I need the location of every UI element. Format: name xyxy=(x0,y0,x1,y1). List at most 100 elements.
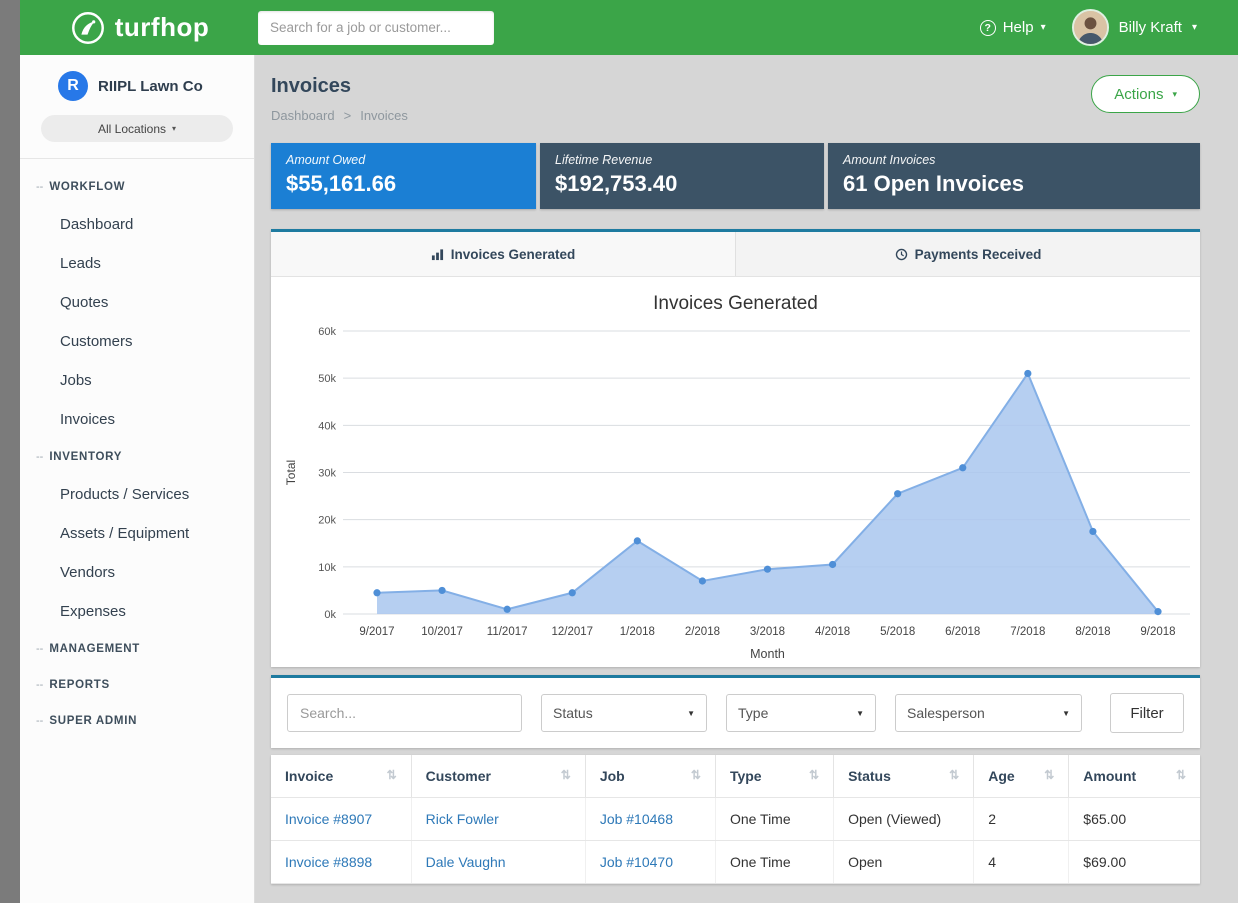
invoices-table-card: Invoice⇅Customer⇅Job⇅Type⇅Status⇅Age⇅Amo… xyxy=(271,755,1200,884)
sidebar-item-vendors[interactable]: Vendors xyxy=(20,553,254,592)
svg-text:1/2018: 1/2018 xyxy=(620,626,655,638)
stat-card-lifetime-revenue: Lifetime Revenue$192,753.40 xyxy=(540,143,824,209)
column-header-type[interactable]: Type⇅ xyxy=(715,755,833,798)
sidebar-item-customers[interactable]: Customers xyxy=(20,322,254,361)
breadcrumb-dashboard[interactable]: Dashboard xyxy=(271,108,335,123)
sidebar-item-products-services[interactable]: Products / Services xyxy=(20,475,254,514)
job-link[interactable]: Job #10470 xyxy=(600,854,673,870)
svg-text:0k: 0k xyxy=(324,609,336,621)
sort-icon[interactable]: ⇅ xyxy=(387,768,397,782)
sort-icon[interactable]: ⇅ xyxy=(809,768,819,782)
job-link[interactable]: Job #10468 xyxy=(600,811,673,827)
svg-text:8/2018: 8/2018 xyxy=(1075,626,1110,638)
tab-label: Invoices Generated xyxy=(451,247,576,262)
sidebar-item-invoices[interactable]: Invoices xyxy=(20,400,254,439)
main-content: Invoices Dashboard > Invoices Actions ▾ Am… xyxy=(255,55,1238,903)
sidebar-item-dashboard[interactable]: Dashboard xyxy=(20,205,254,244)
svg-text:50k: 50k xyxy=(318,373,336,385)
sort-icon[interactable]: ⇅ xyxy=(949,768,959,782)
breadcrumb: Dashboard > Invoices xyxy=(271,108,408,123)
select-value: Salesperson xyxy=(907,705,985,721)
table-search-input[interactable] xyxy=(287,694,522,732)
svg-text:40k: 40k xyxy=(318,420,336,432)
customer-link[interactable]: Rick Fowler xyxy=(426,811,499,827)
breadcrumb-invoices: Invoices xyxy=(360,108,408,123)
company[interactable]: R RIIPL Lawn Co xyxy=(20,71,254,101)
chevron-down-icon: ▾ xyxy=(1192,23,1197,33)
chart-title: Invoices Generated xyxy=(271,293,1200,315)
customer-cell: Dale Vaughn xyxy=(411,841,585,884)
tree-dash-icon: -- xyxy=(36,451,43,463)
sidebar-item-expenses[interactable]: Expenses xyxy=(20,592,254,631)
tree-dash-icon: -- xyxy=(36,643,43,655)
column-header-amount[interactable]: Amount ⇅ xyxy=(1069,755,1200,798)
svg-text:10k: 10k xyxy=(318,562,336,574)
company-logo-icon: R xyxy=(58,71,88,101)
filter-button[interactable]: Filter xyxy=(1110,693,1184,733)
column-header-customer[interactable]: Customer ⇅ xyxy=(411,755,585,798)
type-cell: One Time xyxy=(715,798,833,841)
sidebar-item-leads[interactable]: Leads xyxy=(20,244,254,283)
invoice-cell: Invoice #8907 xyxy=(271,798,411,841)
page: turfhop ? Help ▾ Billy Kraft ▾ xyxy=(0,0,1238,903)
locations-label: All Locations xyxy=(98,122,166,136)
sidebar-item-jobs[interactable]: Jobs xyxy=(20,361,254,400)
help-menu[interactable]: ? Help ▾ xyxy=(980,19,1046,36)
age-cell: 2 xyxy=(974,798,1069,841)
select-salesperson[interactable]: Salesperson▼ xyxy=(895,694,1082,732)
stat-card-amount-invoices: Amount Invoices61 Open Invoices xyxy=(828,143,1200,209)
clock-icon xyxy=(895,248,908,261)
svg-text:60k: 60k xyxy=(318,326,336,338)
svg-text:12/2017: 12/2017 xyxy=(551,626,593,638)
global-search-input[interactable] xyxy=(258,11,494,45)
svg-text:4/2018: 4/2018 xyxy=(815,626,850,638)
sidebar-section-super-admin[interactable]: --SUPER ADMIN xyxy=(20,703,254,739)
sort-icon[interactable]: ⇅ xyxy=(1176,768,1186,782)
page-header: Invoices Dashboard > Invoices Actions ▾ xyxy=(271,75,1200,123)
sidebar-section-management[interactable]: --MANAGEMENT xyxy=(20,631,254,667)
tab-invoices-generated[interactable]: Invoices Generated xyxy=(271,232,735,276)
invoice-link[interactable]: Invoice #8898 xyxy=(285,854,372,870)
sidebar: R RIIPL Lawn Co All Locations ▾ -- WORKFL… xyxy=(20,55,255,903)
sidebar-item-assets-equipment[interactable]: Assets / Equipment xyxy=(20,514,254,553)
user-name: Billy Kraft xyxy=(1119,19,1182,36)
stat-card-amount-owed: Amount Owed$55,161.66 xyxy=(271,143,536,209)
sidebar-section-label: WORKFLOW xyxy=(49,181,125,193)
user-menu[interactable]: Billy Kraft ▾ xyxy=(1072,9,1197,46)
locations-selector[interactable]: All Locations ▾ xyxy=(41,115,233,142)
column-header-invoice[interactable]: Invoice⇅ xyxy=(271,755,411,798)
sort-icon[interactable]: ⇅ xyxy=(561,768,571,782)
stat-value: $55,161.66 xyxy=(286,171,521,197)
column-label: Amount xyxy=(1083,768,1136,784)
select-type[interactable]: Type▼ xyxy=(726,694,876,732)
breadcrumb-separator-icon: > xyxy=(344,108,352,123)
customer-link[interactable]: Dale Vaughn xyxy=(426,854,506,870)
tree-dash-icon: -- xyxy=(36,679,43,691)
bar-chart-icon xyxy=(431,248,444,261)
amount-cell: $65.00 xyxy=(1069,798,1200,841)
status-cell: Open (Viewed) xyxy=(834,798,974,841)
help-label: Help xyxy=(1003,19,1034,36)
svg-text:6/2018: 6/2018 xyxy=(945,626,980,638)
sidebar-section-label: REPORTS xyxy=(49,679,110,691)
customer-cell: Rick Fowler xyxy=(411,798,585,841)
topbar-right: ? Help ▾ Billy Kraft ▾ xyxy=(980,9,1238,46)
sidebar-section-reports[interactable]: -- REPORTS xyxy=(20,667,254,703)
column-label: Job xyxy=(600,768,625,784)
tree-dash-icon: -- xyxy=(36,181,43,193)
svg-text:Month: Month xyxy=(750,647,785,661)
column-label: Customer xyxy=(426,768,491,784)
sort-icon[interactable]: ⇅ xyxy=(1044,768,1054,782)
brand[interactable]: turfhop xyxy=(20,9,258,47)
sort-icon[interactable]: ⇅ xyxy=(691,768,701,782)
actions-button[interactable]: Actions ▾ xyxy=(1091,75,1200,113)
invoice-link[interactable]: Invoice #8907 xyxy=(285,811,372,827)
select-status[interactable]: Status▼ xyxy=(541,694,707,732)
column-header-age[interactable]: Age⇅ xyxy=(974,755,1069,798)
column-header-job[interactable]: Job ⇅ xyxy=(585,755,715,798)
sidebar-item-quotes[interactable]: Quotes xyxy=(20,283,254,322)
sidebar-section-workflow[interactable]: -- WORKFLOW xyxy=(20,169,254,205)
sidebar-section-inventory[interactable]: --INVENTORY xyxy=(20,439,254,475)
column-header-status[interactable]: Status⇅ xyxy=(834,755,974,798)
tab-payments-received[interactable]: Payments Received xyxy=(735,232,1200,276)
